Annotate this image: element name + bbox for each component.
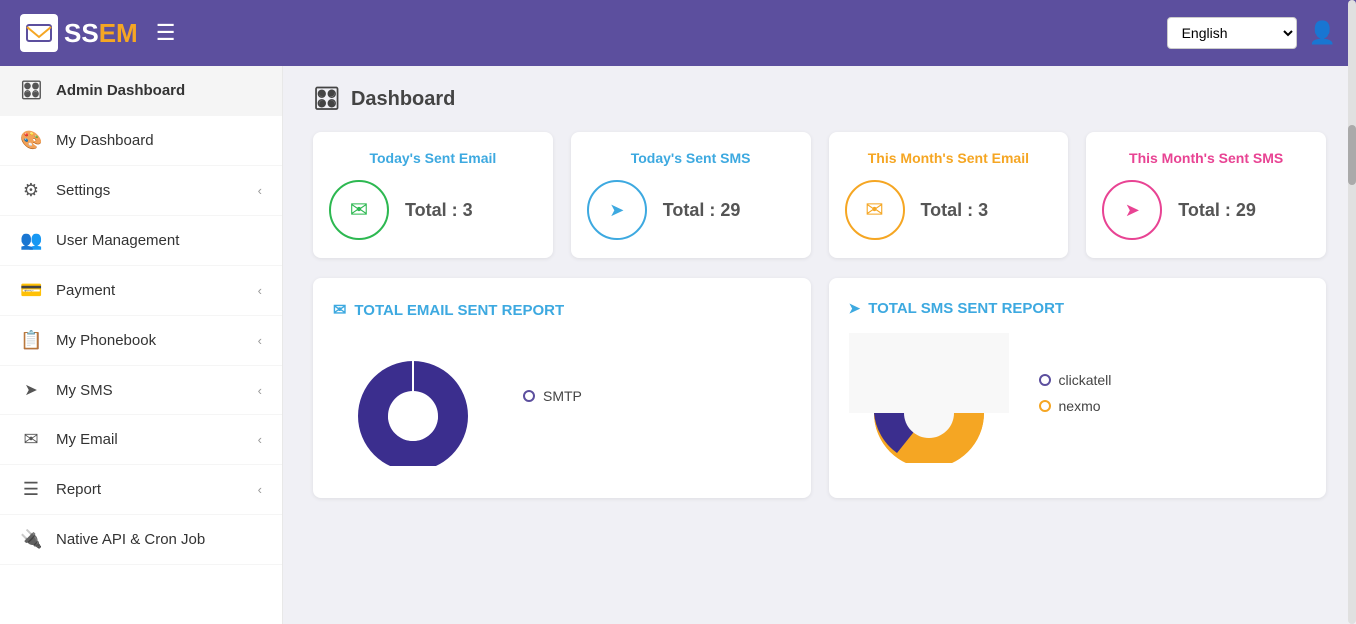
sidebar: 🎛 Admin Dashboard 🎨 My Dashboard ⚙ Setti… xyxy=(0,66,283,624)
sidebar-item-label: User Management xyxy=(56,232,262,249)
sidebar-item-user-management[interactable]: 👥 User Management xyxy=(0,216,282,266)
sidebar-item-label: Settings xyxy=(56,182,244,199)
payment-icon: 💳 xyxy=(20,280,42,301)
stat-circle-month-sms: ➤ xyxy=(1102,180,1162,240)
navbar: SSEM ☰ English French Spanish 👤 xyxy=(0,0,1356,66)
users-icon: 👥 xyxy=(20,230,42,251)
charts-row: ✉ TOTAL EMAIL SENT REPORT xyxy=(283,278,1356,518)
chevron-left-icon: ‹ xyxy=(258,482,262,497)
legend-dot-smtp xyxy=(523,390,535,402)
stat-title-month-sms: This Month's Sent SMS xyxy=(1102,150,1310,166)
chart-title-label: TOTAL EMAIL SENT REPORT xyxy=(354,302,564,319)
legend-item-clickatell: clickatell xyxy=(1039,372,1112,388)
dashboard-icon: 🎛 xyxy=(20,80,42,101)
legend-item-smtp: SMTP xyxy=(523,388,582,404)
chart-body-sms: clickatell nexmo xyxy=(849,333,1307,453)
stat-total-today-sms: Total : 29 xyxy=(663,200,741,221)
stat-body: ✉ Total : 3 xyxy=(329,180,537,240)
legend-dot-clickatell xyxy=(1039,374,1051,386)
report-icon: ☰ xyxy=(20,479,42,500)
stat-total-month-email: Total : 3 xyxy=(921,200,989,221)
stats-row: Today's Sent Email ✉ Total : 3 Today's S… xyxy=(283,122,1356,278)
hamburger-button[interactable]: ☰ xyxy=(156,20,176,46)
sidebar-item-label: My Dashboard xyxy=(56,132,262,149)
stat-total-month-sms: Total : 29 xyxy=(1178,200,1256,221)
sidebar-item-my-dashboard[interactable]: 🎨 My Dashboard xyxy=(0,116,282,166)
page-header: 🎛 Dashboard xyxy=(283,66,1356,122)
logo-area: SSEM xyxy=(20,14,138,52)
sms-chart-icon: ➤ xyxy=(849,300,861,317)
chevron-left-icon: ‹ xyxy=(258,283,262,298)
sidebar-item-payment[interactable]: 💳 Payment ‹ xyxy=(0,266,282,316)
stat-body: ➤ Total : 29 xyxy=(587,180,795,240)
email-legend: SMTP xyxy=(523,388,582,404)
chart-card-email: ✉ TOTAL EMAIL SENT REPORT xyxy=(313,278,811,498)
email-chart-icon: ✉ xyxy=(333,300,346,320)
stat-circle-month-email: ✉ xyxy=(845,180,905,240)
chevron-left-icon: ‹ xyxy=(258,183,262,198)
sms-legend: clickatell nexmo xyxy=(1039,372,1112,414)
navbar-left: SSEM ☰ xyxy=(20,14,175,52)
stat-title-today-sms: Today's Sent SMS xyxy=(587,150,795,166)
my-dashboard-icon: 🎨 xyxy=(20,130,42,151)
stat-card-month-email: This Month's Sent Email ✉ Total : 3 xyxy=(829,132,1069,258)
sidebar-item-label: Report xyxy=(56,481,244,498)
sidebar-item-label: Admin Dashboard xyxy=(56,82,262,99)
chart-title-email: ✉ TOTAL EMAIL SENT REPORT xyxy=(333,300,791,320)
sidebar-item-admin-dashboard[interactable]: 🎛 Admin Dashboard xyxy=(0,66,282,116)
chevron-left-icon: ‹ xyxy=(258,383,262,398)
sms-icon: ➤ xyxy=(20,380,42,400)
scrollbar-track[interactable] xyxy=(1348,66,1356,624)
chart-body-email: SMTP xyxy=(333,336,791,456)
main-layout: 🎛 Admin Dashboard 🎨 My Dashboard ⚙ Setti… xyxy=(0,66,1356,624)
stat-title-month-email: This Month's Sent Email xyxy=(845,150,1053,166)
dashboard-header-icon: 🎛 xyxy=(313,86,341,112)
legend-label-clickatell: clickatell xyxy=(1059,372,1112,388)
logo-text: SSEM xyxy=(64,18,138,49)
legend-item-nexmo: nexmo xyxy=(1039,398,1112,414)
sidebar-item-report[interactable]: ☰ Report ‹ xyxy=(0,465,282,515)
phonebook-icon: 📋 xyxy=(20,330,42,351)
sidebar-item-label: My SMS xyxy=(56,382,244,399)
stat-card-today-email: Today's Sent Email ✉ Total : 3 xyxy=(313,132,553,258)
sidebar-item-label: Payment xyxy=(56,282,244,299)
chevron-left-icon: ‹ xyxy=(258,333,262,348)
chart-card-sms: ➤ TOTAL SMS SENT REPORT xyxy=(829,278,1327,498)
stat-title-today-email: Today's Sent Email xyxy=(329,150,537,166)
language-select[interactable]: English French Spanish xyxy=(1167,17,1297,49)
stat-circle-sms: ➤ xyxy=(587,180,647,240)
legend-label-nexmo: nexmo xyxy=(1059,398,1101,414)
chart-title-sms: ➤ TOTAL SMS SENT REPORT xyxy=(849,300,1307,317)
stat-card-month-sms: This Month's Sent SMS ➤ Total : 29 xyxy=(1086,132,1326,258)
legend-label-smtp: SMTP xyxy=(543,388,582,404)
chevron-left-icon: ‹ xyxy=(258,432,262,447)
sidebar-item-label: My Phonebook xyxy=(56,332,244,349)
scrollbar-thumb[interactable] xyxy=(1348,125,1356,185)
stat-card-today-sms: Today's Sent SMS ➤ Total : 29 xyxy=(571,132,811,258)
sidebar-item-my-email[interactable]: ✉ My Email ‹ xyxy=(0,415,282,465)
page-title: Dashboard xyxy=(351,88,455,111)
sidebar-item-native-api[interactable]: 🔌 Native API & Cron Job xyxy=(0,515,282,565)
stat-total-today-email: Total : 3 xyxy=(405,200,473,221)
logo-icon xyxy=(20,14,58,52)
user-avatar-icon[interactable]: 👤 xyxy=(1309,20,1336,46)
sidebar-item-settings[interactable]: ⚙ Settings ‹ xyxy=(0,166,282,216)
email-icon: ✉ xyxy=(20,429,42,450)
stat-circle-email: ✉ xyxy=(329,180,389,240)
sidebar-item-my-phonebook[interactable]: 📋 My Phonebook ‹ xyxy=(0,316,282,366)
stat-body: ✉ Total : 3 xyxy=(845,180,1053,240)
sidebar-item-label: My Email xyxy=(56,431,244,448)
sms-donut xyxy=(849,333,1009,453)
sidebar-item-my-sms[interactable]: ➤ My SMS ‹ xyxy=(0,366,282,415)
main-content: 🎛 Dashboard Today's Sent Email ✉ Total :… xyxy=(283,66,1356,624)
api-icon: 🔌 xyxy=(20,529,42,550)
navbar-right: English French Spanish 👤 xyxy=(1167,17,1336,49)
email-donut xyxy=(333,336,493,456)
legend-dot-nexmo xyxy=(1039,400,1051,412)
settings-icon: ⚙ xyxy=(20,180,42,201)
chart-title-label: TOTAL SMS SENT REPORT xyxy=(868,300,1064,317)
stat-body: ➤ Total : 29 xyxy=(1102,180,1310,240)
sidebar-item-label: Native API & Cron Job xyxy=(56,531,262,548)
